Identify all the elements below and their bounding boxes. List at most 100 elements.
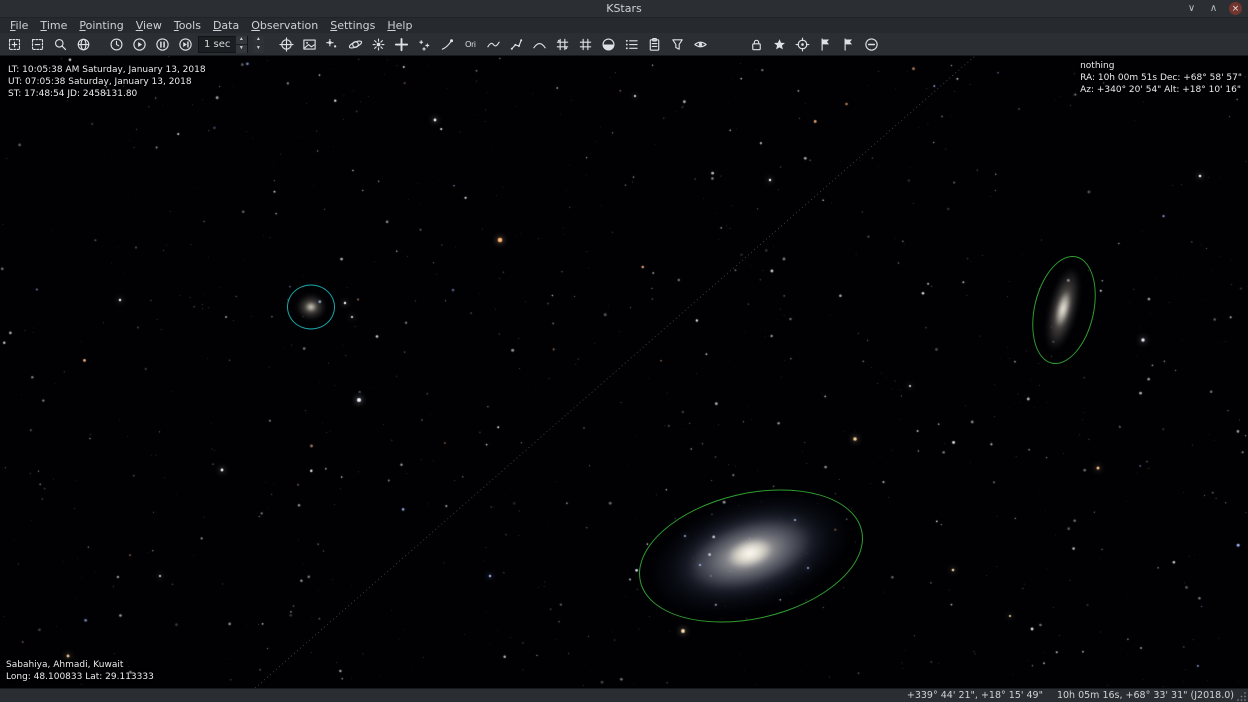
status-bar: +339° 44' 21", +18° 15' 49" 10h 05m 16s,… bbox=[0, 688, 1248, 702]
find-object-button[interactable] bbox=[49, 34, 71, 55]
show-horizontal-grid-button[interactable] bbox=[574, 34, 596, 55]
time-step-spin-controls: ▲ ▼ bbox=[235, 35, 247, 53]
time-step-spinbox[interactable]: 1 sec ▲ ▼ bbox=[198, 36, 248, 53]
constellation-names-icon: Ori bbox=[465, 40, 476, 49]
location-coords: Long: 48.100833 Lat: 29.113333 bbox=[6, 671, 154, 683]
horizontal-grid-icon bbox=[578, 37, 593, 52]
close-button[interactable]: × bbox=[1229, 2, 1242, 15]
fits-filter-button[interactable] bbox=[666, 34, 688, 55]
show-asteroids-button[interactable] bbox=[413, 34, 435, 55]
menu-settings[interactable]: Settings bbox=[324, 18, 381, 33]
set-time-button[interactable] bbox=[105, 34, 127, 55]
zoom-out-button[interactable] bbox=[26, 34, 48, 55]
show-constellation-art-button[interactable] bbox=[482, 34, 504, 55]
whats-interesting-button[interactable] bbox=[689, 34, 711, 55]
clipboard-icon bbox=[647, 37, 662, 52]
advance-one-step-button[interactable] bbox=[174, 34, 196, 55]
flag-icon bbox=[818, 37, 833, 52]
menu-file[interactable]: File bbox=[4, 18, 34, 33]
play-icon bbox=[132, 37, 147, 52]
horizontal-coordinates-button[interactable] bbox=[275, 34, 297, 55]
sky-image-button[interactable] bbox=[298, 34, 320, 55]
time-step-down-button[interactable]: ▼ bbox=[236, 45, 247, 53]
show-equatorial-grid-button[interactable] bbox=[551, 34, 573, 55]
zoom-in-icon bbox=[7, 37, 22, 52]
resize-grip[interactable] bbox=[1237, 691, 1247, 701]
constellation-lines-icon bbox=[509, 37, 524, 52]
geographic-location-button[interactable] bbox=[72, 34, 94, 55]
show-ground-button[interactable] bbox=[597, 34, 619, 55]
start-clock-button[interactable] bbox=[128, 34, 150, 55]
focus-info-overlay: nothing RA: 10h 00m 51s Dec: +68° 58' 57… bbox=[1080, 60, 1242, 96]
universal-time: UT: 07:05:38 Saturday, January 13, 2018 bbox=[8, 76, 206, 88]
show-supernovae-button[interactable] bbox=[390, 34, 412, 55]
show-comets-button[interactable] bbox=[436, 34, 458, 55]
equatorial-grid-icon bbox=[555, 37, 570, 52]
observation-list-button[interactable] bbox=[620, 34, 642, 55]
stop-clock-button[interactable] bbox=[151, 34, 173, 55]
ekos-pause-button[interactable] bbox=[860, 34, 882, 55]
horizon-icon bbox=[601, 37, 616, 52]
status-azalt: +339° 44' 21", +18° 15' 49" bbox=[907, 690, 1043, 701]
lock-icon bbox=[749, 37, 764, 52]
step-forward-icon bbox=[178, 37, 193, 52]
show-constellation-names-button[interactable]: Ori bbox=[459, 34, 481, 55]
sidereal-time: ST: 17:48:54 JD: 2458131.80 bbox=[8, 88, 206, 100]
maximize-button[interactable]: ∧ bbox=[1207, 2, 1220, 15]
menubar: File Time Pointing View Tools Data Obser… bbox=[0, 18, 1248, 33]
stars-icon bbox=[325, 37, 340, 52]
time-step-value[interactable]: 1 sec bbox=[199, 39, 235, 50]
focus-object-name: nothing bbox=[1080, 60, 1242, 72]
supernova-cross-icon bbox=[394, 37, 409, 52]
globe-crosshair-icon bbox=[279, 37, 294, 52]
window-title: KStars bbox=[0, 2, 1248, 15]
show-deep-sky-objects-button[interactable] bbox=[367, 34, 389, 55]
menu-time[interactable]: Time bbox=[34, 18, 73, 33]
ecliptic-arc-icon bbox=[532, 37, 547, 52]
time-unit-spin-controls: ▲ ▼ bbox=[252, 35, 264, 53]
asteroid-cluster-icon bbox=[417, 37, 432, 52]
menu-tools[interactable]: Tools bbox=[168, 18, 207, 33]
time-info-overlay: LT: 10:05:38 AM Saturday, January 13, 20… bbox=[8, 64, 206, 100]
add-flag-button[interactable] bbox=[837, 34, 859, 55]
show-constellation-lines-button[interactable] bbox=[505, 34, 527, 55]
globe-icon bbox=[76, 37, 91, 52]
center-telescope-button[interactable] bbox=[791, 34, 813, 55]
target-icon bbox=[795, 37, 810, 52]
menu-help[interactable]: Help bbox=[381, 18, 418, 33]
main-toolbar: 1 sec ▲ ▼ ▲ ▼ Ori bbox=[0, 33, 1248, 56]
lock-to-object-button[interactable] bbox=[745, 34, 767, 55]
menu-observation[interactable]: Observation bbox=[245, 18, 324, 33]
show-stars-button[interactable] bbox=[321, 34, 343, 55]
constellation-art-icon bbox=[486, 37, 501, 52]
observation-planner-button[interactable] bbox=[643, 34, 665, 55]
show-solar-system-button[interactable] bbox=[344, 34, 366, 55]
zoom-out-icon bbox=[30, 37, 45, 52]
time-unit-down-button[interactable]: ▼ bbox=[253, 45, 264, 53]
companion-galaxy-core bbox=[306, 303, 317, 312]
orbit-icon bbox=[348, 37, 363, 52]
zoom-in-button[interactable] bbox=[3, 34, 25, 55]
star-icon bbox=[772, 37, 787, 52]
status-radec: 10h 05m 16s, +68° 33' 31" (J2018.0) bbox=[1057, 690, 1234, 701]
search-icon bbox=[53, 37, 68, 52]
menu-data[interactable]: Data bbox=[207, 18, 245, 33]
menu-view[interactable]: View bbox=[130, 18, 168, 33]
image-icon bbox=[302, 37, 317, 52]
flag-icon bbox=[841, 37, 856, 52]
titlebar[interactable]: KStars ∨ ∧ × bbox=[0, 0, 1248, 18]
sky-map[interactable]: LT: 10:05:38 AM Saturday, January 13, 20… bbox=[0, 56, 1248, 688]
time-unit-up-button[interactable]: ▲ bbox=[253, 36, 264, 44]
observing-flag-button[interactable] bbox=[814, 34, 836, 55]
time-step-up-button[interactable]: ▲ bbox=[236, 36, 247, 44]
window-controls: ∨ ∧ × bbox=[1185, 2, 1248, 15]
track-object-button[interactable] bbox=[768, 34, 790, 55]
location-info-overlay: Sabahiya, Ahmadi, Kuwait Long: 48.100833… bbox=[6, 659, 154, 683]
eye-icon bbox=[693, 37, 708, 52]
funnel-icon bbox=[670, 37, 685, 52]
comet-icon bbox=[440, 37, 455, 52]
minimize-button[interactable]: ∨ bbox=[1185, 2, 1198, 15]
show-ecliptic-button[interactable] bbox=[528, 34, 550, 55]
menu-pointing[interactable]: Pointing bbox=[73, 18, 129, 33]
location-name: Sabahiya, Ahmadi, Kuwait bbox=[6, 659, 154, 671]
